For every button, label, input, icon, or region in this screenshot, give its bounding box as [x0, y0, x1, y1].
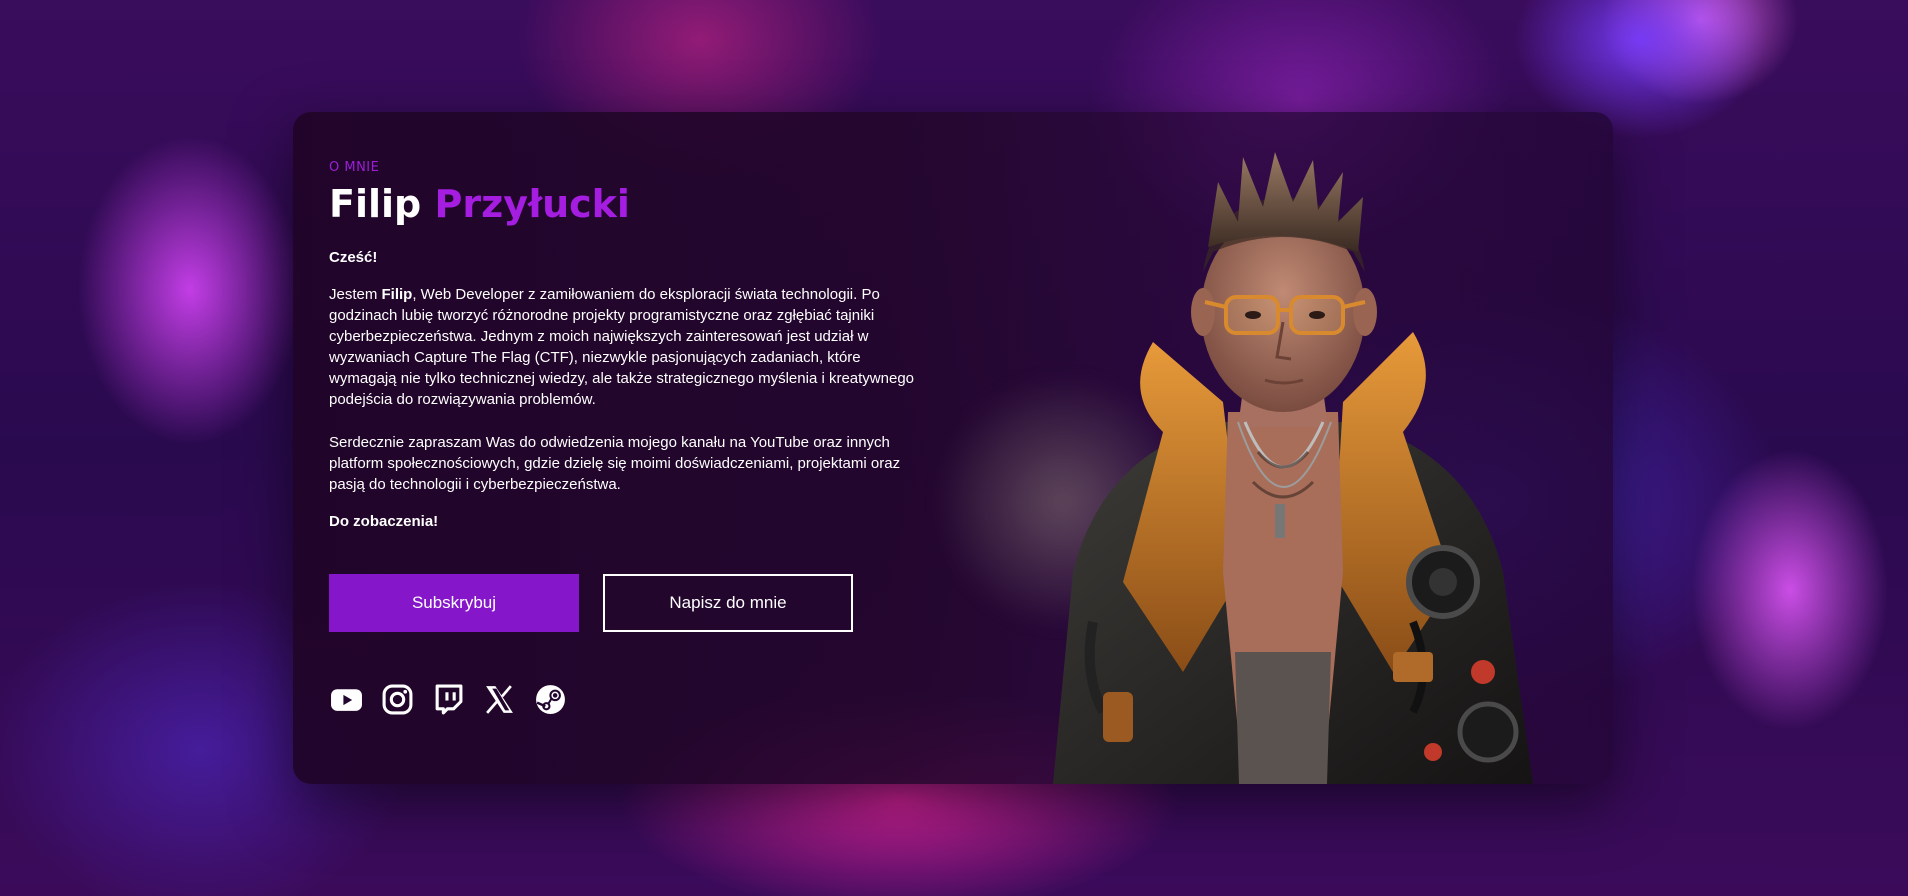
youtube-icon[interactable]: [329, 682, 364, 717]
x-icon[interactable]: [482, 682, 517, 717]
intro-name: Filip: [381, 286, 413, 303]
last-name: Przyłucki: [434, 182, 630, 226]
page-title: Filip Przyłucki: [329, 181, 929, 227]
about-card: O MNIE Filip Przyłucki Cześć! Jestem Fil…: [293, 112, 1613, 784]
contact-button[interactable]: Napisz do mnie: [603, 574, 853, 632]
subscribe-button[interactable]: Subskrybuj: [329, 574, 579, 632]
greeting: Cześć!: [329, 249, 378, 266]
social-links: [329, 682, 929, 717]
intro-paragraph: Jestem Filip, Web Developer z zamiłowani…: [329, 286, 915, 408]
section-eyebrow: O MNIE: [329, 160, 380, 175]
first-name: Filip: [329, 182, 422, 226]
instagram-icon[interactable]: [380, 682, 415, 717]
character-portrait: [1053, 152, 1533, 784]
invite-paragraph: Serdecznie zapraszam Was do odwiedzenia …: [329, 434, 901, 493]
about-content: O MNIE Filip Przyłucki Cześć! Jestem Fil…: [329, 160, 929, 717]
cta-buttons: Subskrybuj Napisz do mnie: [329, 574, 929, 632]
signoff: Do zobaczenia!: [329, 513, 439, 530]
twitch-icon[interactable]: [431, 682, 466, 717]
steam-icon[interactable]: [533, 682, 568, 717]
